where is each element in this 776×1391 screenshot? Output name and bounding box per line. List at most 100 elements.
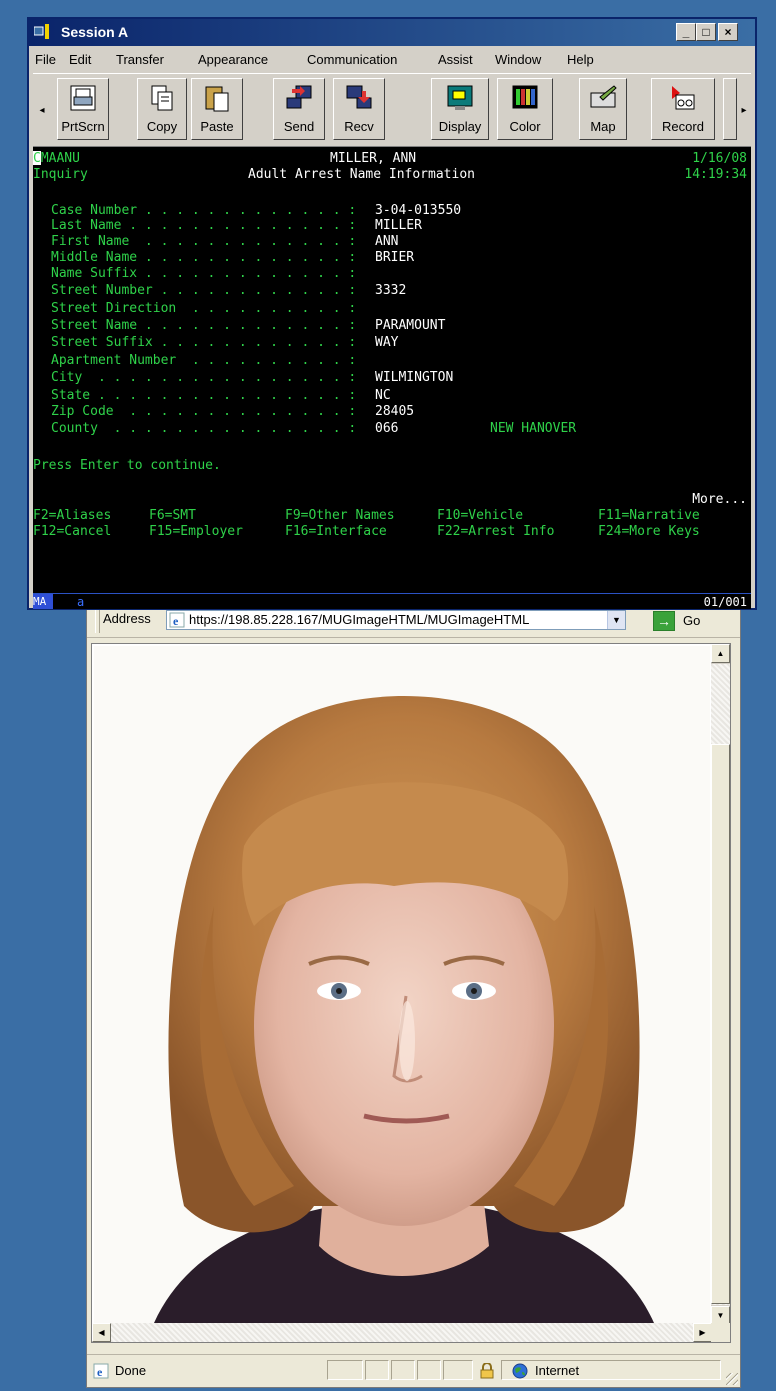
toolbar-scroll-right-icon[interactable]: ▸: [737, 96, 751, 126]
screen-date: 1/16/08: [692, 151, 747, 166]
program-id: CMAANU: [33, 151, 80, 166]
menu-window[interactable]: Window: [495, 52, 541, 67]
vertical-scrollbar[interactable]: ▲ ▼: [711, 644, 730, 1325]
maximize-button[interactable]: □: [696, 23, 716, 41]
resize-grip-icon[interactable]: [726, 1373, 738, 1385]
send-button[interactable]: Send: [273, 78, 325, 140]
scroll-left-icon[interactable]: ◀: [92, 1323, 111, 1342]
menu-appearance[interactable]: Appearance: [198, 52, 268, 67]
zone-pane: [501, 1360, 721, 1380]
receive-icon: [346, 85, 372, 109]
recv-button[interactable]: Recv: [333, 78, 385, 140]
svg-text:e: e: [97, 1365, 103, 1379]
page-viewport: ▲ ▼ ◀ ▶: [91, 643, 731, 1343]
terminal-app-icon: [34, 24, 49, 39]
fkey-f10[interactable]: F10=Vehicle: [437, 508, 523, 523]
send-label: Send: [283, 119, 315, 134]
fkey-f12[interactable]: F12=Cancel: [33, 524, 111, 539]
menu-bar: File Edit Transfer Appearance Communicat…: [29, 47, 755, 71]
field-value: ANN: [375, 234, 399, 249]
menu-assist[interactable]: Assist: [438, 52, 473, 67]
fkey-f11[interactable]: F11=Narrative: [598, 508, 700, 523]
fkey-f24[interactable]: F24=More Keys: [598, 524, 700, 539]
menu-file[interactable]: File: [35, 52, 56, 67]
map-button[interactable]: Map: [579, 78, 627, 140]
field-value: MILLER: [375, 218, 422, 233]
mugshot-photo: [94, 646, 710, 1323]
title-bar[interactable]: Session A _ □ ×: [29, 19, 755, 46]
field-label: Street Direction . . . . . . . . . . :: [51, 301, 357, 316]
ie-page-icon: e: [169, 612, 185, 628]
copy-label: Copy: [146, 119, 178, 134]
record-label: Record: [662, 119, 704, 134]
terminal-screen[interactable]: CMAANU Inquiry MILLER, ANN Adult Arrest …: [33, 147, 751, 593]
fkey-f2[interactable]: F2=Aliases: [33, 508, 111, 523]
scrollbar-corner: [711, 1323, 730, 1342]
menu-edit[interactable]: Edit: [69, 52, 91, 67]
menu-help[interactable]: Help: [567, 52, 594, 67]
screen-time: 14:19:34: [684, 167, 747, 182]
menu-communication[interactable]: Communication: [307, 52, 397, 67]
toolbar-scroll-left-icon[interactable]: ◂: [35, 96, 49, 126]
fkey-f15[interactable]: F15=Employer: [149, 524, 243, 539]
paste-button[interactable]: Paste: [191, 78, 243, 140]
display-label: Display: [438, 119, 482, 134]
field-value: WILMINGTON: [375, 370, 454, 385]
globe-icon: [512, 1363, 528, 1379]
field-label: County . . . . . . . . . . . . . . . :: [51, 421, 357, 436]
address-input[interactable]: e https://198.85.228.167/MUGImageHTML/MU…: [166, 610, 626, 630]
address-url: https://198.85.228.167/MUGImageHTML/MUGI…: [189, 612, 530, 627]
field-label: First Name . . . . . . . . . . . . . :: [51, 234, 357, 249]
horizontal-scroll-track[interactable]: [111, 1323, 693, 1342]
display-button[interactable]: Display: [431, 78, 489, 140]
copy-button[interactable]: Copy: [137, 78, 187, 140]
fkey-f6[interactable]: F6=SMT: [149, 508, 196, 523]
fkey-f16[interactable]: F16=Interface: [285, 524, 387, 539]
fkey-f22[interactable]: F22=Arrest Info: [437, 524, 554, 539]
field-label: Street Number . . . . . . . . . . . . :: [51, 283, 357, 298]
copy-icon: [151, 85, 173, 111]
printer-icon: [70, 85, 96, 111]
field-value: 28405: [375, 404, 415, 419]
minimize-button[interactable]: _: [676, 23, 696, 41]
scroll-up-icon[interactable]: ▲: [711, 644, 730, 663]
field-label: Apartment Number . . . . . . . . . . :: [51, 353, 357, 368]
field-label: Case Number . . . . . . . . . . . . . :: [51, 203, 357, 218]
vertical-scroll-thumb[interactable]: [711, 744, 730, 1304]
display-icon: [447, 85, 473, 110]
address-label: Address: [103, 611, 151, 626]
menu-transfer[interactable]: Transfer: [116, 52, 164, 67]
paste-label: Paste: [200, 119, 234, 134]
browser-window: Address e https://198.85.228.167/MUGImag…: [86, 600, 741, 1388]
record-button[interactable]: Record: [651, 78, 715, 140]
prtscrn-button[interactable]: PrtScrn: [57, 78, 109, 140]
status-pane: [443, 1360, 473, 1380]
close-button[interactable]: ×: [718, 23, 738, 41]
county-name: NEW HANOVER: [490, 421, 577, 436]
field-value: 3-04-013550: [375, 203, 462, 218]
field-label: Middle Name . . . . . . . . . . . . . :: [51, 250, 357, 265]
toolbar-overflow-button[interactable]: [723, 78, 737, 140]
toolbar-grip[interactable]: [95, 609, 100, 633]
status-pane: [365, 1360, 389, 1380]
address-dropdown-icon[interactable]: ▼: [607, 611, 625, 629]
continue-prompt: Press Enter to continue.: [33, 458, 221, 473]
go-button[interactable]: → Go: [653, 611, 723, 631]
map-label: Map: [590, 119, 616, 134]
session-window: Session A _ □ × File Edit Transfer Appea…: [27, 17, 757, 610]
color-button[interactable]: Color: [497, 78, 553, 140]
field-label: Street Suffix . . . . . . . . . . . . :: [51, 335, 357, 350]
field-value: BRIER: [375, 250, 415, 265]
scroll-right-icon[interactable]: ▶: [693, 1323, 712, 1342]
field-label: Street Name . . . . . . . . . . . . . :: [51, 318, 357, 333]
recv-label: Recv: [344, 119, 374, 134]
status-text: Done: [115, 1363, 147, 1378]
horizontal-scrollbar[interactable]: ◀ ▶: [92, 1323, 712, 1342]
window-title: Session A: [61, 24, 129, 40]
field-value: 066: [375, 421, 399, 436]
subject-name: MILLER, ANN: [330, 151, 417, 166]
fkey-f9[interactable]: F9=Other Names: [285, 508, 395, 523]
field-value: WAY: [375, 335, 399, 350]
map-icon: [590, 85, 617, 108]
field-label: City . . . . . . . . . . . . . . . . :: [51, 370, 357, 385]
